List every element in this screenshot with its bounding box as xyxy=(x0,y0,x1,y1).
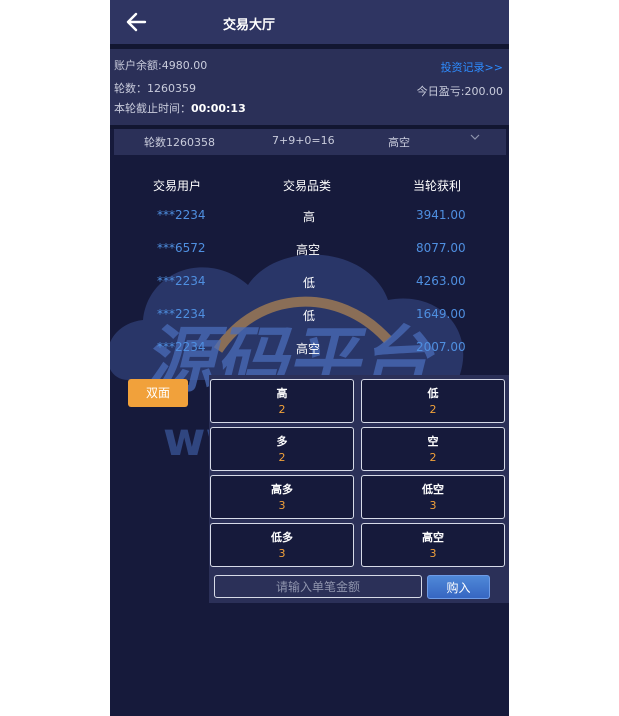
row-amount: 3941.00 xyxy=(416,208,466,222)
row-type: 低 xyxy=(303,309,316,323)
row-type: 高空 xyxy=(296,342,321,356)
bet-option-odds: 2 xyxy=(278,451,286,464)
table-row: ***2234 高 3941.00 xyxy=(110,208,509,241)
row-amount: 1649.00 xyxy=(416,307,466,321)
bet-option-label: 高多 xyxy=(271,483,293,496)
row-amount: 2007.00 xyxy=(416,340,466,354)
tab-double-sided[interactable]: 双面 xyxy=(128,379,188,407)
bet-option-odds: 3 xyxy=(278,499,286,512)
deadline-countdown: 00:00:13 xyxy=(191,102,246,115)
bet-option-label: 低 xyxy=(427,387,439,400)
bet-option-high-long[interactable]: 高多 3 xyxy=(210,475,354,519)
row-amount: 8077.00 xyxy=(416,241,466,255)
row-user: ***2234 xyxy=(157,307,206,321)
row-type: 低 xyxy=(303,276,316,290)
bet-option-high-short[interactable]: 高空 3 xyxy=(361,523,505,567)
today-profit: 今日盈亏:200.00 xyxy=(416,85,503,98)
page-title: 交易大厅 xyxy=(223,18,276,33)
bet-options-panel: 高 2 低 2 多 2 空 2 高多 3 低空 3 低多 3 高空 3 xyxy=(209,375,509,603)
account-balance: 账户余额:4980.00 xyxy=(114,59,208,72)
table-row: ***2234 低 4263.00 xyxy=(110,274,509,307)
bet-option-odds: 3 xyxy=(278,547,286,560)
table-row: ***6572 高空 8077.00 xyxy=(110,241,509,274)
row-user: ***2234 xyxy=(157,208,206,222)
deadline-label: 本轮截止时间： xyxy=(114,102,191,115)
bet-option-label: 低多 xyxy=(271,531,293,544)
bet-option-low-long[interactable]: 低多 3 xyxy=(210,523,354,567)
bet-option-odds: 3 xyxy=(429,499,437,512)
investment-records-link[interactable]: 投资记录>> xyxy=(441,59,503,75)
bet-option-odds: 2 xyxy=(429,451,437,464)
row-amount: 4263.00 xyxy=(416,274,466,288)
table-row: ***2234 高空 2007.00 xyxy=(110,340,509,373)
bet-option-long[interactable]: 多 2 xyxy=(210,427,354,471)
row-user: ***2234 xyxy=(157,274,206,288)
last-round-formula: 7+9+0=16 xyxy=(272,134,335,147)
bet-option-label: 空 xyxy=(427,435,439,448)
table-header-profit: 当轮获利 xyxy=(413,179,462,193)
app-screen: 交易大厅 账户余额:4980.00 轮数：1260359 本轮截止时间：00:0… xyxy=(110,0,509,716)
header: 交易大厅 xyxy=(110,0,509,44)
table-header-user: 交易用户 xyxy=(153,179,202,193)
bet-option-high[interactable]: 高 2 xyxy=(210,379,354,423)
bet-option-label: 高空 xyxy=(422,531,444,544)
bet-option-label: 低空 xyxy=(422,483,444,496)
arrow-left-icon[interactable] xyxy=(124,9,150,35)
chevron-down-icon[interactable] xyxy=(470,132,480,142)
row-user: ***6572 xyxy=(157,241,206,255)
bet-option-low-short[interactable]: 低空 3 xyxy=(361,475,505,519)
bet-option-short[interactable]: 空 2 xyxy=(361,427,505,471)
bet-amount-input[interactable] xyxy=(214,575,422,598)
bet-option-odds: 2 xyxy=(278,403,286,416)
account-panel: 账户余额:4980.00 轮数：1260359 本轮截止时间：00:00:13 … xyxy=(110,49,509,125)
round-deadline: 本轮截止时间：00:00:13 xyxy=(114,100,246,116)
row-type: 高空 xyxy=(296,243,321,257)
buy-button[interactable]: 购入 xyxy=(427,575,490,599)
current-round: 轮数：1260359 xyxy=(114,82,196,95)
last-round-result[interactable]: 轮数1260358 7+9+0=16 高空 xyxy=(114,129,506,155)
last-round-outcome: 高空 xyxy=(388,136,410,149)
bet-option-label: 高 xyxy=(276,387,288,400)
row-type: 高 xyxy=(303,210,316,224)
table-header-type: 交易品类 xyxy=(283,179,332,193)
bet-option-odds: 2 xyxy=(429,403,437,416)
table-row: ***2234 低 1649.00 xyxy=(110,307,509,340)
last-round-number: 轮数1260358 xyxy=(144,136,215,149)
bet-option-odds: 3 xyxy=(429,547,437,560)
row-user: ***2234 xyxy=(157,340,206,354)
bet-option-low[interactable]: 低 2 xyxy=(361,379,505,423)
bet-option-label: 多 xyxy=(276,435,288,448)
